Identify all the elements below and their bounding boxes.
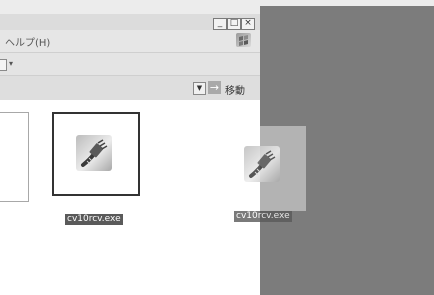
go-button-label[interactable]: 移動 — [225, 82, 245, 97]
minimize-button[interactable]: _ — [213, 18, 227, 30]
toolbar-button[interactable] — [0, 59, 7, 71]
toolbar: ▾ — [0, 53, 260, 76]
network-cable-plug-icon — [76, 135, 112, 171]
file-name-label[interactable]: cv10rcv.exe — [65, 214, 123, 225]
explorer-window: _ □ × ヘルプ(H) ▾ ▼ → 移動 cv10rcv.exe — [0, 14, 260, 295]
drag-ghost: cv10rcv.exe — [228, 126, 306, 222]
file-list-area[interactable]: cv10rcv.exe — [0, 100, 260, 295]
address-bar: ▼ → 移動 — [0, 76, 260, 101]
side-panel — [0, 112, 29, 202]
drag-file-name-label: cv10rcv.exe — [234, 211, 292, 222]
close-button[interactable]: × — [241, 18, 255, 30]
network-cable-plug-icon — [244, 146, 280, 182]
menu-item-help[interactable]: ヘルプ(H) — [5, 34, 50, 49]
file-item-selected[interactable] — [52, 112, 140, 196]
go-arrow-icon[interactable]: → — [208, 81, 221, 94]
chevron-down-icon[interactable]: ▾ — [9, 59, 13, 68]
windows-flag-icon — [236, 33, 251, 47]
menu-bar: ヘルプ(H) — [0, 30, 260, 53]
address-dropdown-button[interactable]: ▼ — [193, 82, 206, 95]
title-bar: _ □ × — [0, 14, 260, 30]
maximize-button[interactable]: □ — [227, 18, 241, 30]
